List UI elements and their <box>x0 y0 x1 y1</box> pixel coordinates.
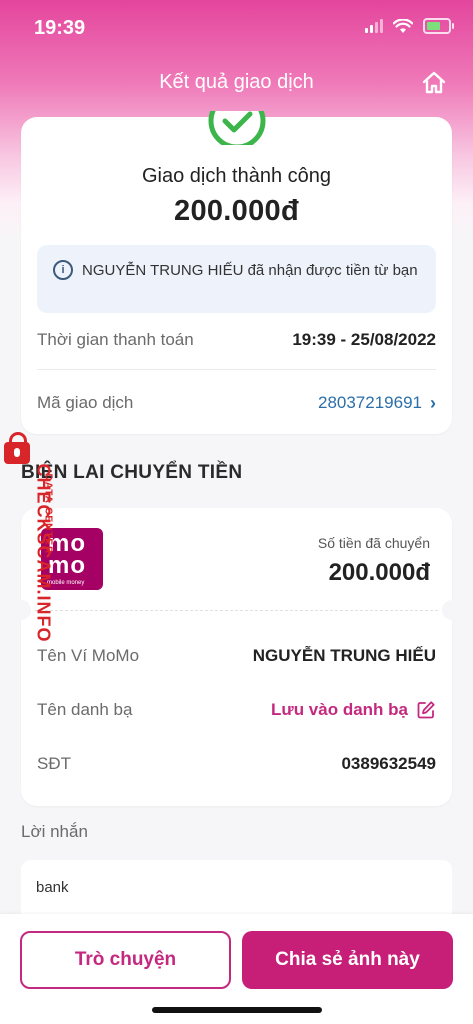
payment-time-row: Thời gian thanh toán 19:39 - 25/08/2022 <box>37 310 436 370</box>
wallet-name-value: NGUYỄN TRUNG HIẾU <box>252 646 436 665</box>
cellular-signal-icon <box>365 19 383 33</box>
phone-row: SĐT 0389632549 <box>37 734 436 794</box>
home-indicator <box>152 1007 322 1013</box>
save-contact-button[interactable]: Lưu vào danh bạ <box>271 700 436 720</box>
divider <box>37 369 436 370</box>
battery-icon <box>423 18 454 34</box>
receive-notice: i NGUYỄN TRUNG HIẾU đã nhận được tiền từ… <box>37 245 436 313</box>
receipt-tear-line <box>35 610 438 611</box>
page-title: Kết quả giao dịch <box>159 71 314 93</box>
payment-time-label: Thời gian thanh toán <box>37 330 194 349</box>
wallet-name-row: Tên Ví MoMo NGUYỄN TRUNG HIẾU <box>37 626 436 686</box>
status-bar: 19:39 <box>0 0 473 56</box>
save-contact-label: Lưu vào danh bạ <box>271 700 408 719</box>
share-image-button[interactable]: Chia sẻ ảnh này <box>242 931 453 989</box>
message-text: bank <box>36 879 69 896</box>
home-button[interactable] <box>421 70 447 96</box>
phone-value: 0389632549 <box>341 754 436 773</box>
transaction-result-screen: 19:39 Kết quả giao dịch Giao dịch thành … <box>0 0 473 1024</box>
transaction-id-label: Mã giao dịch <box>37 393 134 412</box>
watermark-text: CHECKSCAM.INFO <box>33 463 54 643</box>
phone-label: SĐT <box>37 754 71 773</box>
contact-name-row: Tên danh bạ Lưu vào danh bạ <box>37 680 436 740</box>
receive-notice-text: NGUYỄN TRUNG HIẾU đã nhận được tiền từ b… <box>82 262 418 279</box>
edit-icon <box>417 701 435 719</box>
wifi-icon <box>393 18 413 33</box>
sent-amount-label: Số tiền đã chuyển <box>317 535 430 551</box>
home-icon <box>422 71 446 94</box>
transaction-amount: 200.000đ <box>174 195 299 227</box>
transaction-id-value: 28037219691 <box>317 393 422 412</box>
success-check-icon <box>206 111 268 145</box>
receipt-section-title: BIÊN LAI CHUYỂN TIỀN <box>21 462 243 483</box>
message-label: Lời nhắn <box>21 822 88 841</box>
chat-button[interactable]: Trò chuyện <box>20 931 231 989</box>
transaction-id-row[interactable]: Mã giao dịch 28037219691 › <box>37 373 436 433</box>
message-box: bank <box>21 860 452 920</box>
transaction-status: Giao dịch thành công <box>141 165 332 187</box>
lock-icon <box>4 432 30 464</box>
momo-logo-line2: mo <box>48 552 86 579</box>
chevron-right-icon: › <box>430 392 436 413</box>
transaction-id-link[interactable]: 28037219691 › <box>318 393 436 414</box>
status-time: 19:39 <box>34 17 86 39</box>
sent-amount-value: 200.000đ <box>328 559 430 586</box>
checkscam-watermark: DATA CENTER CHECKSCAM.INFO <box>2 432 54 666</box>
info-icon: i <box>53 260 73 280</box>
contact-name-label: Tên danh bạ <box>37 700 133 719</box>
transfer-receipt-card: mo mo mobile money Số tiền đã chuyển 200… <box>11 508 462 806</box>
payment-time-value: 19:39 - 25/08/2022 <box>292 330 436 349</box>
status-icons <box>365 18 454 34</box>
bottom-action-bar: Trò chuyện Chia sẻ ảnh này <box>0 914 473 1024</box>
transaction-summary-card: Giao dịch thành công 200.000đ i NGUYỄN T… <box>21 111 452 434</box>
receipt-notch-right <box>442 600 462 620</box>
